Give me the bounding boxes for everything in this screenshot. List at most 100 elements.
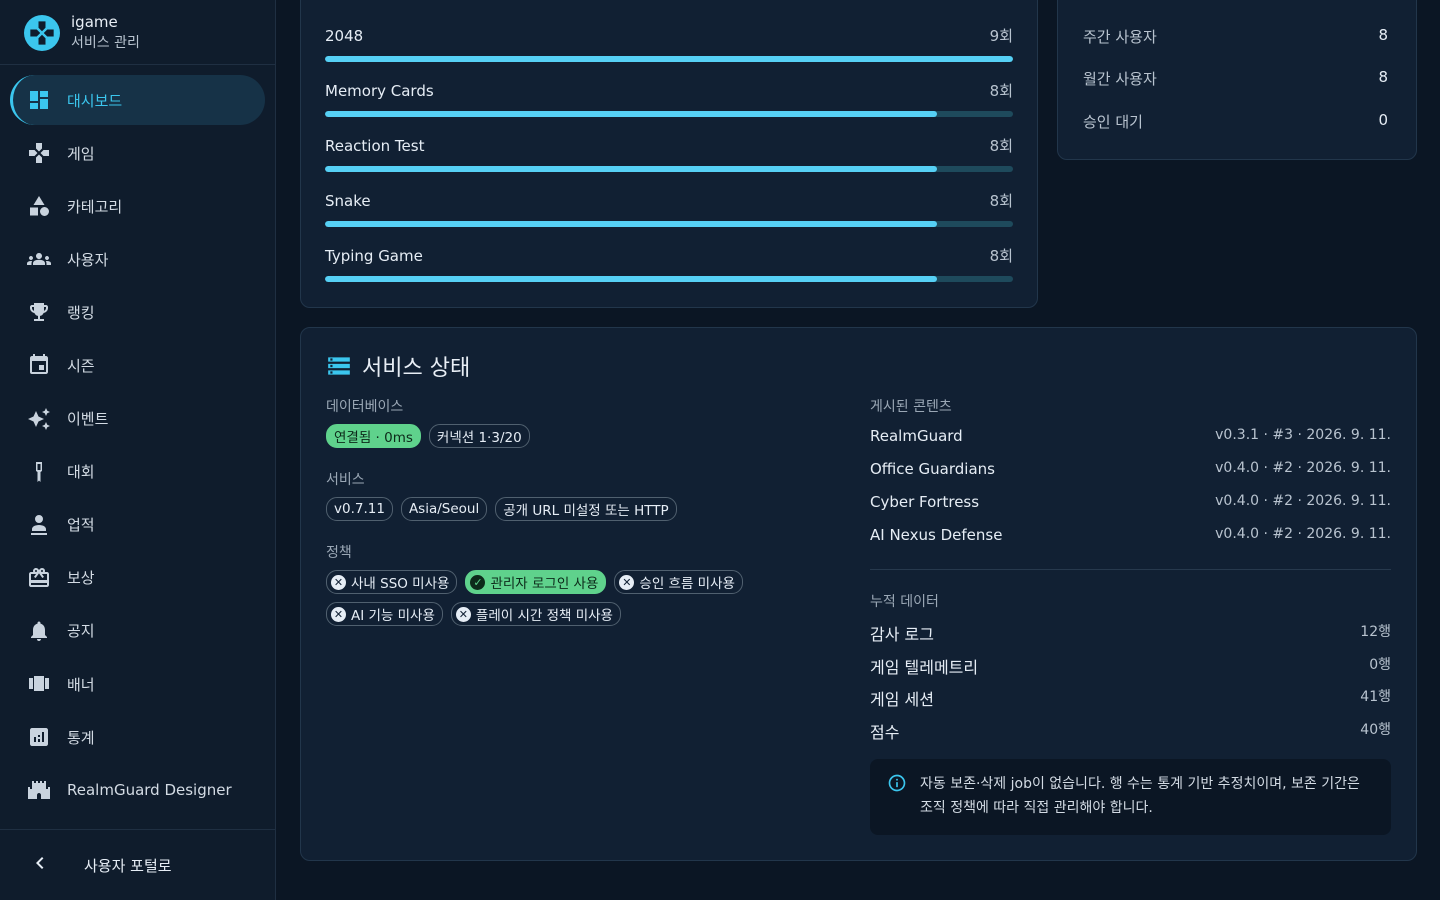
brand[interactable]: igame 서비스 관리: [24, 10, 140, 56]
sidebar-item-seasons[interactable]: 시즌: [10, 340, 265, 390]
gamepad-icon: [26, 140, 52, 166]
play-bar-track: [325, 276, 1013, 282]
stat-label: 월간 사용자: [1083, 70, 1157, 88]
game-play-row: Typing Game 8회: [325, 246, 1013, 282]
policy-chip: ✕ 승인 흐름 미사용: [614, 570, 743, 594]
user-stats-card: 주간 사용자 8 월간 사용자 8 승인 대기 0: [1057, 0, 1417, 160]
service-label: 서비스: [326, 472, 365, 488]
sidebar-item-events[interactable]: 이벤트: [10, 394, 265, 444]
medal-icon: [26, 459, 52, 485]
sidebar-item-users[interactable]: 사용자: [10, 234, 265, 284]
table-name: 게임 세션: [870, 690, 934, 709]
sidebar-item-label: 보상: [67, 569, 95, 588]
policy-chip-text: 플레이 시간 정책 미사용: [475, 608, 613, 624]
service-status-card: 서비스 상태 데이터베이스 연결됨 · 0ms 커넥션 1·3/20 서비스 v…: [300, 327, 1417, 861]
sidebar-item-statistics[interactable]: 통계: [10, 712, 265, 762]
policy-chip-text: 사내 SSO 미사용: [351, 576, 450, 592]
play-count: 9회: [989, 27, 1013, 45]
info-icon: [887, 773, 907, 793]
policy-chip-text: AI 기능 미사용: [351, 608, 435, 624]
row-count: 40행: [1360, 722, 1391, 738]
sidebar-item-label: 통계: [67, 728, 95, 747]
play-count: 8회: [989, 192, 1013, 210]
play-bar-fill: [325, 276, 937, 282]
people-icon: [26, 246, 52, 272]
policy-chip: ✕ 사내 SSO 미사용: [326, 570, 458, 594]
sidebar-item-games[interactable]: 게임: [10, 128, 265, 178]
sidebar-item-notices[interactable]: 공지: [10, 606, 265, 656]
row-count: 12행: [1360, 624, 1391, 640]
game-play-row: 2048 9회: [325, 26, 1013, 62]
sidebar-item-categories[interactable]: 카테고리: [10, 181, 265, 231]
content-meta: v0.3.1 · #3 · 2026. 9. 11.: [1215, 427, 1391, 443]
db-connected-chip: 연결됨 · 0ms: [326, 424, 421, 448]
retention-info-alert: 자동 보존·삭제 job이 없습니다. 행 수는 통계 기반 추정치이며, 보존…: [870, 759, 1391, 835]
policy-chip-text: 승인 흐름 미사용: [639, 576, 735, 592]
play-bar-track: [325, 221, 1013, 227]
sidebar-item-label: 랭킹: [67, 303, 95, 322]
x-circle-icon: ✕: [619, 574, 635, 590]
accumulated-row: 점수 40행: [870, 719, 1391, 743]
sidebar-item-ranking[interactable]: 랭킹: [10, 287, 265, 337]
sparkle-icon: [26, 406, 52, 432]
sidebar-item-label: 대시보드: [67, 91, 123, 110]
policy-chips-row2: ✕ AI 기능 미사용 ✕ 플레이 시간 정책 미사용: [326, 602, 621, 626]
sidebar-item-label: 공지: [67, 622, 95, 641]
sidebar-item-rewards[interactable]: 보상: [10, 553, 265, 603]
sidebar-item-banners[interactable]: 배너: [10, 659, 265, 709]
game-name: Snake: [325, 192, 371, 210]
stat-pending-approval: 승인 대기 0: [1083, 111, 1388, 132]
sidebar-item-dashboard[interactable]: 대시보드: [10, 75, 265, 125]
divider: [870, 569, 1391, 570]
published-row: Cyber Fortress v0.4.0 · #2 · 2026. 9. 11.: [870, 493, 1391, 511]
play-bar-fill: [325, 56, 1013, 62]
table-name: 감사 로그: [870, 625, 934, 644]
sidebar-item-label: 카테고리: [67, 197, 123, 216]
divider: [0, 829, 275, 830]
divider: [0, 64, 275, 65]
accumulated-row: 게임 세션 41행: [870, 686, 1391, 710]
content-name: Office Guardians: [870, 460, 995, 478]
sidebar-item-label: 사용자: [67, 250, 109, 269]
sidebar-item-label: 시즌: [67, 356, 95, 375]
gift-icon: [26, 565, 52, 591]
section-title-text: 서비스 상태: [362, 356, 471, 381]
brand-subtitle: 서비스 관리: [71, 35, 140, 51]
stat-value: 0: [1378, 111, 1388, 129]
play-count: 8회: [989, 137, 1013, 155]
game-play-row: Memory Cards 8회: [325, 81, 1013, 117]
play-bar-track: [325, 56, 1013, 62]
policy-chip: ✓ 관리자 로그인 사용: [465, 570, 607, 594]
x-circle-icon: ✕: [331, 606, 346, 622]
sidebar-item-tournaments[interactable]: 대회: [10, 447, 265, 497]
stat-monthly-users: 월간 사용자 8: [1083, 68, 1388, 89]
database-chips: 연결됨 · 0ms 커넥션 1·3/20: [326, 424, 530, 448]
timezone-chip: Asia/Seoul: [400, 497, 488, 521]
content-name: RealmGuard: [870, 427, 963, 445]
game-play-row: Reaction Test 8회: [325, 136, 1013, 172]
user-portal-label: 사용자 포털로: [84, 856, 172, 875]
calendar-icon: [26, 352, 52, 378]
published-row: AI Nexus Defense v0.4.0 · #2 · 2026. 9. 1…: [870, 526, 1391, 544]
x-circle-icon: ✕: [455, 606, 471, 622]
bell-icon: [26, 618, 52, 644]
trophy-icon: [26, 299, 52, 325]
sidebar-item-achievements[interactable]: 업적: [10, 500, 265, 550]
stat-label: 주간 사용자: [1083, 28, 1157, 46]
sidebar-item-label: 대회: [67, 463, 95, 482]
accumulated-data-label: 누적 데이터: [870, 594, 939, 610]
content-meta: v0.4.0 · #2 · 2026. 9. 11.: [1215, 526, 1391, 542]
sidebar-item-label: 배너: [67, 675, 95, 694]
sidebar-item-label: 업적: [67, 516, 95, 535]
game-name: Reaction Test: [325, 137, 425, 155]
row-count: 41행: [1360, 689, 1391, 705]
x-circle-icon: ✕: [331, 574, 346, 590]
sidebar-item-label: 게임: [67, 144, 95, 163]
play-bar-fill: [325, 166, 937, 172]
sidebar-item-realmguard-designer[interactable]: RealmGuard Designer: [10, 765, 265, 815]
sidebar-item-label: 이벤트: [67, 410, 109, 429]
castle-icon: [26, 777, 52, 803]
user-portal-link[interactable]: 사용자 포털로: [28, 846, 172, 884]
chevron-left-icon: [28, 851, 52, 879]
policy-chip: ✕ 플레이 시간 정책 미사용: [450, 602, 621, 626]
